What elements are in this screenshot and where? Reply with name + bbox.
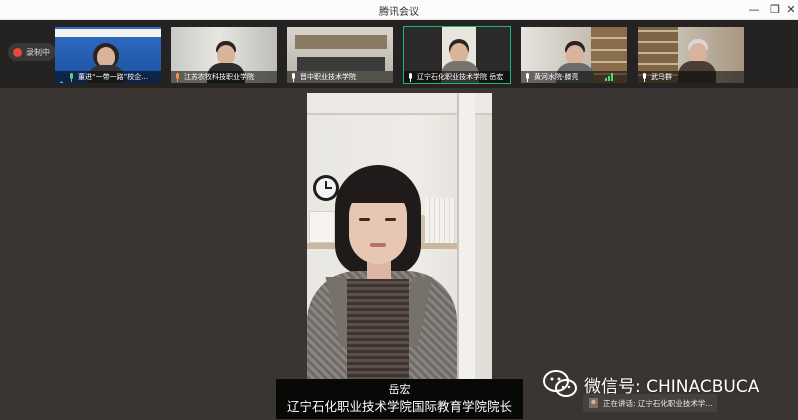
minimize-icon[interactable]: — xyxy=(744,2,764,18)
participant-name: 武马群 xyxy=(651,73,672,81)
mic-on-icon xyxy=(407,72,414,82)
window-title: 腾讯会议 xyxy=(379,7,419,18)
participant-name: 江苏农牧科技职业学院 xyxy=(184,73,254,81)
wechat-icon xyxy=(543,370,577,397)
close-icon[interactable]: ✕ xyxy=(781,2,798,18)
participant-name: 黄河水院-滕亮 xyxy=(534,73,579,81)
participant-name: 辽宁石化职业技术学院 岳宏 xyxy=(417,73,504,81)
record-label: 录制中 xyxy=(26,47,50,57)
watermark-text: 微信号: CHINACBUCA xyxy=(584,376,760,397)
user-icon xyxy=(58,73,65,83)
participant-tile-2[interactable]: 江苏农牧科技职业学院 xyxy=(170,26,278,84)
speaker-name: 岳宏 xyxy=(388,383,411,396)
clock-icon xyxy=(313,175,339,201)
record-button[interactable]: 录制中 xyxy=(8,43,56,61)
participant-tile-6[interactable]: 武马群 xyxy=(637,26,745,84)
title-bar: 腾讯会议 — ❐ ✕ xyxy=(0,0,798,20)
speaker-avatar-icon xyxy=(589,398,598,408)
participant-tile-3[interactable]: 晋中职业技术学院 xyxy=(286,26,394,84)
participant-name: 晋中职业技术学院 xyxy=(300,73,356,81)
participant-name: 董进“一带一路”校企... xyxy=(78,73,148,81)
speaker-subtitle: 岳宏 辽宁石化职业技术学院国际教育学院院长 xyxy=(276,379,523,419)
main-speaker-video[interactable] xyxy=(307,93,492,379)
mic-on-icon xyxy=(290,72,297,82)
mic-on-icon xyxy=(174,72,181,82)
speaking-text: 正在讲话: 辽宁石化职业技术学... xyxy=(603,398,713,408)
speaker-title: 辽宁石化职业技术学院国际教育学院院长 xyxy=(286,399,512,414)
speaking-indicator: 正在讲话: 辽宁石化职业技术学... xyxy=(583,394,717,412)
mic-on-icon xyxy=(641,72,648,82)
participant-tile-5[interactable]: 黄河水院-滕亮 xyxy=(520,26,628,84)
participant-tile-1[interactable]: 董进“一带一路”校企... xyxy=(54,26,162,84)
volume-level-icon xyxy=(605,73,613,81)
participant-tile-4[interactable]: 辽宁石化职业技术学院 岳宏 xyxy=(403,26,511,84)
mic-on-icon xyxy=(524,72,531,82)
mic-on-icon xyxy=(68,72,75,82)
record-icon xyxy=(13,47,22,57)
